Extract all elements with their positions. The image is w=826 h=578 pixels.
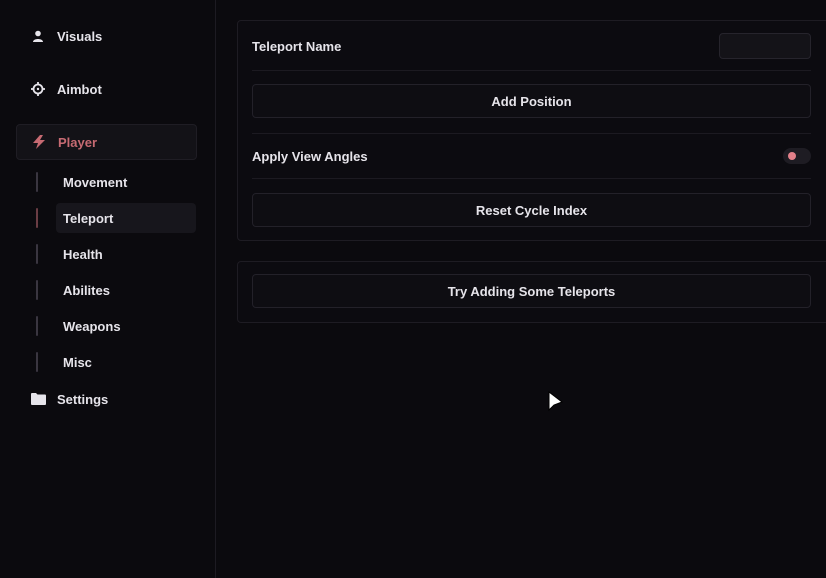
bolt-icon	[31, 134, 47, 150]
toggle-knob	[788, 152, 796, 160]
subitem-indicator	[36, 208, 38, 228]
sidebar-subitem-misc[interactable]: Misc	[36, 347, 196, 377]
sidebar-subitem-abilites[interactable]: Abilites	[36, 275, 196, 305]
try-adding-teleports-button[interactable]: Try Adding Some Teleports	[252, 274, 811, 308]
teleport-settings-panel: Teleport Name Add Position Apply View An…	[237, 20, 826, 241]
sidebar-item-label: Visuals	[57, 28, 103, 44]
sidebar-subitem-label: Weapons	[63, 318, 121, 334]
sidebar-subitem-health[interactable]: Health	[36, 239, 196, 269]
sidebar-item-player[interactable]: Player	[16, 124, 197, 160]
teleport-name-input[interactable]	[719, 33, 811, 59]
divider	[252, 133, 811, 134]
sidebar-item-label: Settings	[57, 391, 109, 407]
sidebar-subitem-label: Health	[63, 246, 103, 262]
sidebar-subitem-label: Teleport	[63, 210, 114, 226]
apply-view-angles-label: Apply View Angles	[252, 148, 368, 164]
sidebar-item-label: Player	[58, 134, 98, 150]
sidebar-subitem-label: Misc	[63, 354, 92, 370]
sidebar: Visuals Aimbot Player Movement Teleport …	[0, 0, 216, 578]
teleport-name-label: Teleport Name	[252, 38, 342, 54]
subitem-indicator	[36, 352, 38, 372]
crosshair-icon	[30, 81, 46, 97]
subitem-indicator	[36, 316, 38, 336]
sidebar-item-aimbot[interactable]: Aimbot	[16, 71, 197, 107]
teleport-name-row: Teleport Name	[252, 33, 811, 59]
user-icon	[30, 28, 46, 44]
app-window: Visuals Aimbot Player Movement Teleport …	[0, 0, 826, 578]
subitem-indicator	[36, 244, 38, 264]
sidebar-subitem-label: Movement	[63, 174, 128, 190]
subitem-indicator	[36, 280, 38, 300]
divider	[252, 70, 811, 71]
apply-view-angles-toggle[interactable]	[783, 148, 811, 164]
reset-cycle-index-button[interactable]: Reset Cycle Index	[252, 193, 811, 227]
sidebar-subitem-teleport[interactable]: Teleport	[36, 203, 196, 233]
folder-icon	[30, 391, 46, 407]
sidebar-item-settings[interactable]: Settings	[16, 381, 197, 417]
sidebar-subitem-label: Abilites	[63, 282, 110, 298]
sidebar-item-visuals[interactable]: Visuals	[16, 18, 197, 54]
apply-view-angles-row: Apply View Angles	[252, 143, 811, 169]
mouse-cursor-icon	[548, 390, 564, 418]
teleports-list-panel: Try Adding Some Teleports	[237, 261, 826, 323]
sidebar-subitem-weapons[interactable]: Weapons	[36, 311, 196, 341]
divider	[252, 178, 811, 179]
sidebar-subitem-movement[interactable]: Movement	[36, 167, 196, 197]
add-position-button[interactable]: Add Position	[252, 84, 811, 118]
sidebar-item-label: Aimbot	[57, 81, 102, 97]
subitem-indicator	[36, 172, 38, 192]
